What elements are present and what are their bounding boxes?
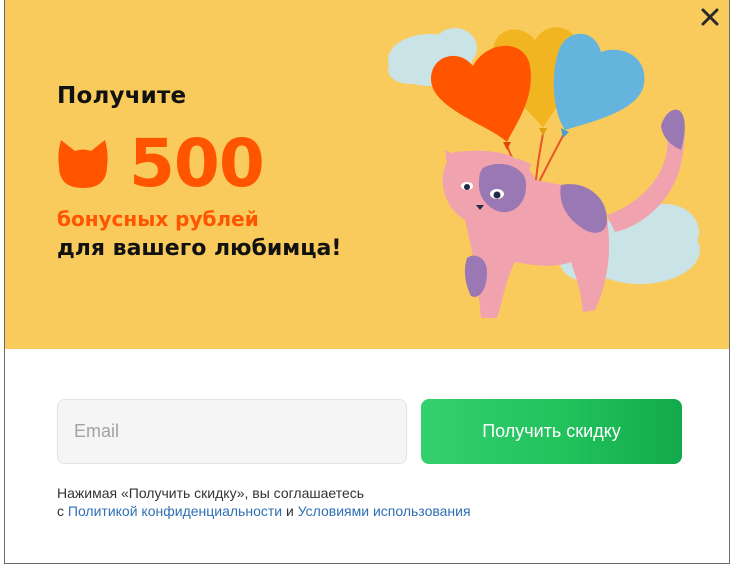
consent-line-1: Нажимая «Получить скидку», вы соглашаете… — [57, 485, 365, 501]
privacy-policy-link[interactable]: Политикой конфиденциальности — [68, 503, 282, 519]
cat-head-icon — [58, 140, 108, 188]
bonus-rubles-text: бонусных рублей — [57, 207, 259, 231]
terms-of-use-link[interactable]: Условиями использования — [298, 503, 471, 519]
consent-line-2: с Политикой конфиденциальности и Условия… — [57, 502, 677, 520]
signup-form: Получить скидку — [57, 399, 682, 464]
get-discount-button[interactable]: Получить скидку — [421, 399, 682, 464]
consent-conjunction: и — [282, 503, 298, 519]
cat-with-balloons-illustration — [388, 27, 700, 318]
consent-preposition: с — [57, 503, 68, 519]
promo-headline: Получите — [57, 83, 187, 109]
promo-banner: Получите 500 бонусных рублей для вашего … — [5, 0, 729, 349]
balloon-icon — [553, 33, 645, 138]
pet-subtitle: для вашего любимца! — [57, 236, 342, 261]
cat-illustration — [442, 109, 685, 318]
balloon-icon — [430, 45, 531, 150]
bonus-amount: 500 — [129, 125, 265, 202]
promo-modal: Получите 500 бонусных рублей для вашего … — [4, 0, 730, 564]
email-input[interactable] — [57, 399, 407, 464]
bonus-amount-row: 500 — [57, 125, 265, 202]
close-icon[interactable] — [699, 6, 721, 28]
promo-text-block: Получите 500 бонусных рублей для вашего … — [57, 80, 397, 261]
consent-text: Нажимая «Получить скидку», вы соглашаете… — [57, 484, 677, 520]
